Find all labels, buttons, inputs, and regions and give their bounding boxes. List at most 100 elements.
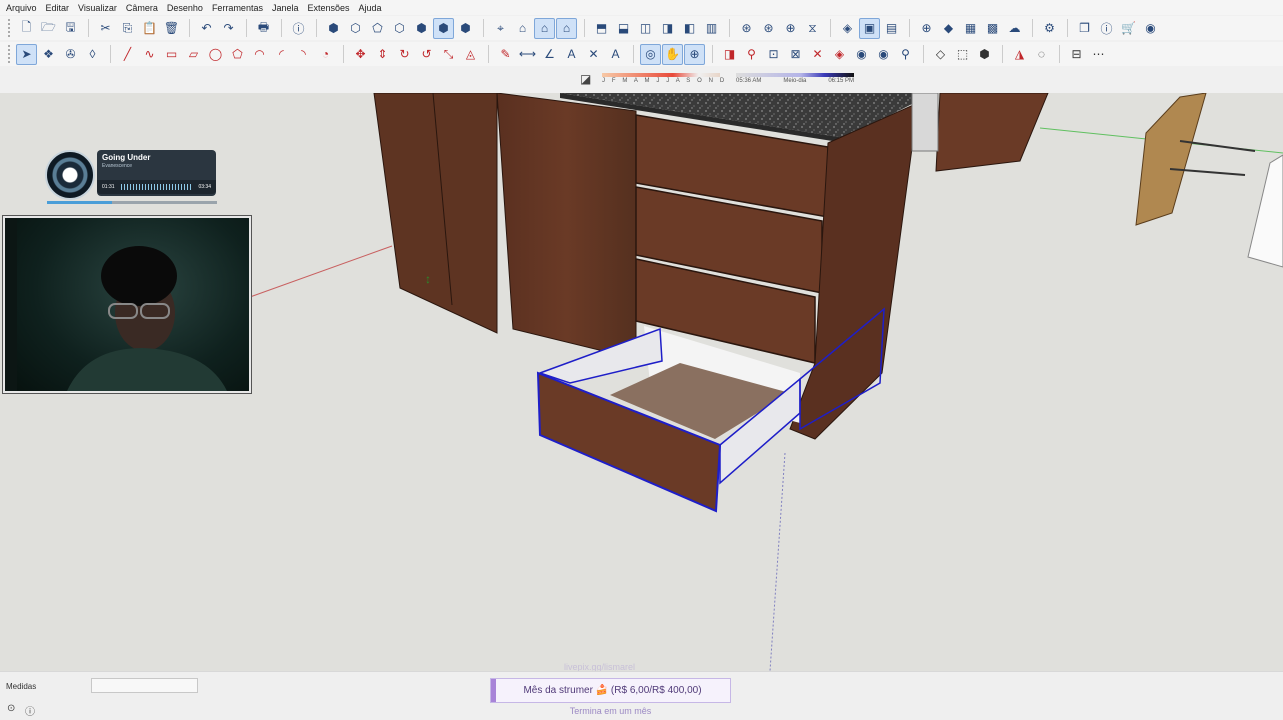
new-file-button[interactable]: 🗋 <box>16 18 37 39</box>
scene-button[interactable]: ▤ <box>881 18 902 39</box>
windows-button[interactable]: ❐ <box>1074 18 1095 39</box>
extension-warehouse-button[interactable]: ⊛ <box>758 18 779 39</box>
settings-button[interactable]: ⚙ <box>1039 18 1060 39</box>
top-view-button[interactable]: ⌂ <box>512 18 533 39</box>
look-around-button[interactable]: ◉ <box>851 44 872 65</box>
time-slider-track[interactable] <box>736 73 854 77</box>
eraser-button[interactable]: ◊ <box>82 44 103 65</box>
axes-button[interactable]: ✕ <box>583 44 604 65</box>
save-button[interactable]: 🖫 <box>60 18 81 39</box>
account-button[interactable]: ◉ <box>1140 18 1161 39</box>
shaded-button[interactable]: ⬢ <box>411 18 432 39</box>
zoom-window-button[interactable]: ⊡ <box>763 44 784 65</box>
measurements-input[interactable] <box>91 678 198 693</box>
zoom-button[interactable]: ⊕ <box>684 43 705 65</box>
hanging-shelf[interactable] <box>1135 93 1207 226</box>
share-model-button[interactable]: ⊕ <box>780 18 801 39</box>
appliance[interactable] <box>911 93 939 152</box>
shaded-textures-button[interactable]: ⬢ <box>433 17 454 39</box>
date-slider[interactable]: J F M A M J J A S O N D <box>602 70 724 84</box>
paint-bucket-button[interactable]: ✇ <box>60 44 81 65</box>
rectangle-button[interactable]: ▭ <box>161 44 182 65</box>
pie-button[interactable]: ◔ <box>315 44 336 65</box>
cloud-button[interactable]: ☁ <box>1004 18 1025 39</box>
rotated-rectangle-button[interactable]: ▱ <box>183 44 204 65</box>
xray-button[interactable]: ⬢ <box>323 18 344 39</box>
model-viewport[interactable]: ↕ ♪ Going Under Evanescence 01:31 03:34 <box>0 93 1283 671</box>
menu-6[interactable]: Janela <box>272 3 299 13</box>
layout-button[interactable]: ⧖ <box>802 18 823 39</box>
grid-button[interactable]: ⋯ <box>1088 44 1109 65</box>
menu-4[interactable]: Desenho <box>167 3 203 13</box>
move-button[interactable]: ✥ <box>350 44 371 65</box>
dimension-tools-button[interactable]: ⊟ <box>1066 44 1087 65</box>
wall-panel[interactable] <box>1247 154 1283 268</box>
section-fill-button[interactable]: ◧ <box>679 18 700 39</box>
dimension-button[interactable]: ⟷ <box>517 44 538 65</box>
paste-button[interactable]: 📋 <box>139 18 160 39</box>
tall-cabinet[interactable] <box>373 93 498 334</box>
copy-button[interactable]: ⎘ <box>117 18 138 39</box>
info-icon[interactable]: ⓘ <box>25 703 35 718</box>
delete-button[interactable]: 🗑 <box>161 18 182 39</box>
menu-8[interactable]: Ajuda <box>359 3 382 13</box>
toolbar-grip[interactable] <box>8 19 12 37</box>
push-pull-button[interactable]: ⇕ <box>372 44 393 65</box>
toolbar-grip[interactable] <box>8 45 12 63</box>
geo-location-icon[interactable]: ⊙ <box>7 703 15 714</box>
iso-view-button[interactable]: ⌖ <box>490 18 511 39</box>
print-button[interactable]: 🖶 <box>253 18 274 39</box>
polygon-button[interactable]: ⬠ <box>227 44 248 65</box>
monochrome-button[interactable]: ⬢ <box>455 18 476 39</box>
solid-tools-button[interactable]: ⬢ <box>974 44 995 65</box>
model-info-button[interactable]: ⓘ <box>288 18 309 39</box>
cart-button[interactable]: 🛒 <box>1118 18 1139 39</box>
section-plane-2-button[interactable]: ◨ <box>719 44 740 65</box>
freehand-button[interactable]: ∿ <box>139 44 160 65</box>
wall-cabinet[interactable] <box>935 93 1049 172</box>
front-view-button[interactable]: ⌂ <box>534 17 555 39</box>
undo-button[interactable]: ↶ <box>196 18 217 39</box>
select-button[interactable]: ➤ <box>16 43 37 65</box>
menu-7[interactable]: Extensões <box>308 3 350 13</box>
sandbox-button[interactable]: ◇ <box>930 44 951 65</box>
photo-texture-button[interactable]: ▦ <box>960 18 981 39</box>
cube-button[interactable]: ⬚ <box>952 44 973 65</box>
terrain-button[interactable]: ◆ <box>938 18 959 39</box>
left-view-button[interactable]: ⬓ <box>613 18 634 39</box>
tape-measure-button[interactable]: ✎ <box>495 44 516 65</box>
previous-view-button[interactable]: ✕ <box>807 44 828 65</box>
hidden-line-button[interactable]: ⬡ <box>389 18 410 39</box>
position-camera-button[interactable]: ◈ <box>829 44 850 65</box>
cut-button[interactable]: ✂ <box>95 18 116 39</box>
circle-button[interactable]: ◯ <box>205 44 226 65</box>
mirror-button[interactable]: ◮ <box>1009 44 1030 65</box>
shadow-toggle-icon[interactable]: ◪ <box>580 72 596 88</box>
instructor-button[interactable]: ⓘ <box>1096 18 1117 39</box>
three-point-arc-button[interactable]: ◝ <box>293 44 314 65</box>
text-button[interactable]: A <box>561 44 582 65</box>
wireframe-button[interactable]: ⬠ <box>367 18 388 39</box>
follow-me-button[interactable]: ↺ <box>416 44 437 65</box>
redo-button[interactable]: ↷ <box>218 18 239 39</box>
menu-3[interactable]: Câmera <box>126 3 158 13</box>
menu-0[interactable]: Arquivo <box>6 3 37 13</box>
walk-person-button[interactable]: ⚲ <box>895 44 916 65</box>
3d-text-button[interactable]: A <box>605 44 626 65</box>
two-point-arc-button[interactable]: ◜ <box>271 44 292 65</box>
section-cut-button[interactable]: ◨ <box>657 18 678 39</box>
component-button[interactable]: ◈ <box>837 18 858 39</box>
orbit-button[interactable]: ◎ <box>640 43 661 65</box>
menu-5[interactable]: Ferramentas <box>212 3 263 13</box>
back-edges-button[interactable]: ⬡ <box>345 18 366 39</box>
rotate-button[interactable]: ↻ <box>394 44 415 65</box>
group-button[interactable]: ▣ <box>859 17 880 39</box>
zoom-extents-button[interactable]: ⊠ <box>785 44 806 65</box>
checker-button[interactable]: ▩ <box>982 18 1003 39</box>
open-folder-button[interactable]: 🗁 <box>38 18 59 39</box>
arc-button[interactable]: ◠ <box>249 44 270 65</box>
round-corner-button[interactable]: ◌ <box>1031 44 1052 65</box>
walk-button[interactable]: ⚲ <box>741 44 762 65</box>
back-view-button[interactable]: ⬒ <box>591 18 612 39</box>
display-sections-button[interactable]: ▥ <box>701 18 722 39</box>
